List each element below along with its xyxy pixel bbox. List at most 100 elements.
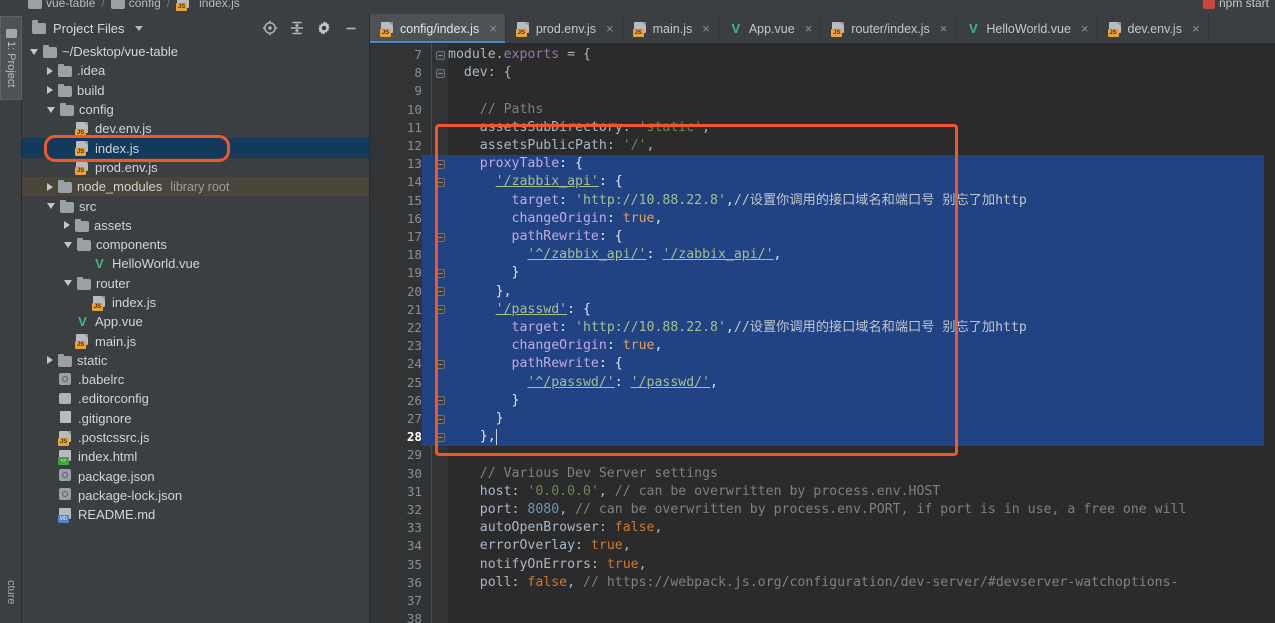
tree-item--editorconfig[interactable]: .editorconfig	[22, 389, 369, 408]
chevron-right-icon[interactable]	[47, 86, 53, 95]
code-line[interactable]: 27 }	[370, 410, 1275, 429]
code-line[interactable]: 10 // Paths	[370, 101, 1275, 119]
tree-item-index-html[interactable]: <> index.html	[22, 447, 369, 466]
code-line[interactable]: 19 }	[370, 264, 1275, 283]
chevron-down-icon[interactable]	[30, 48, 38, 55]
chevron-right-icon[interactable]	[47, 356, 53, 365]
code-line[interactable]: 34 errorOverlay: true,	[370, 537, 1275, 555]
code-fold-toggle[interactable]: −	[436, 432, 445, 442]
code-content[interactable]: 7 module.exports = {−8 dev: {−9 10 // Path…	[370, 44, 1275, 623]
chevron-right-icon[interactable]	[64, 221, 70, 230]
tree-item-src[interactable]: src	[22, 196, 369, 215]
editor-tabs[interactable]: JS config/index.js × JS prod.env.js × JS main.j…	[370, 14, 1275, 44]
code-fold-toggle[interactable]: −	[436, 177, 445, 187]
code-line[interactable]: 20 },	[370, 282, 1275, 301]
code-line[interactable]: 32 port: 8080, // can be overwritten by …	[370, 501, 1275, 519]
tree-item-config[interactable]: config	[22, 100, 369, 119]
code-editor[interactable]: 7 module.exports = {−8 dev: {−9 10 // Path…	[370, 44, 1275, 623]
breadcrumb-item-config[interactable]: config	[129, 0, 161, 10]
code-line[interactable]: 24 pathRewrite: {	[370, 355, 1275, 374]
tree-item-index-js[interactable]: JS index.js	[22, 138, 369, 158]
close-icon[interactable]: ×	[702, 22, 710, 35]
tree-item--babelrc[interactable]: .babelrc	[22, 370, 369, 389]
tree-item--idea[interactable]: .idea	[22, 61, 369, 80]
code-line[interactable]: 23 changeOrigin: true,	[370, 337, 1275, 356]
tree-item-readme-md[interactable]: MD README.md	[22, 505, 369, 524]
code-fold-toggle[interactable]: −	[436, 396, 445, 406]
tree-item-router[interactable]: router	[22, 274, 369, 293]
tree-item-prod-env-js[interactable]: JS prod.env.js	[22, 158, 369, 177]
tool-window-button-structure[interactable]: cture	[0, 561, 22, 623]
editor-tab-main-js[interactable]: JS main.js ×	[623, 14, 719, 43]
tree-item-package-lock-json[interactable]: package-lock.json	[22, 486, 369, 505]
breadcrumb-item-project[interactable]: vue-table	[46, 0, 95, 10]
chevron-down-icon[interactable]	[64, 280, 72, 287]
tree-item--postcssrc-js[interactable]: JS .postcssrc.js	[22, 428, 369, 447]
code-line[interactable]: 21 '/passwd': {	[370, 300, 1275, 319]
tree-item-components[interactable]: components	[22, 235, 369, 254]
code-line[interactable]: 7 module.exports = {	[370, 46, 1275, 64]
tree-item-static[interactable]: static	[22, 351, 369, 370]
run-configuration[interactable]: npm start	[1202, 0, 1269, 10]
editor-tab-prod-env-js[interactable]: JS prod.env.js ×	[506, 14, 623, 43]
code-line[interactable]: 14 '/zabbix_api': {	[370, 173, 1275, 192]
code-line[interactable]: 18 '^/zabbix_api/': '/zabbix_api/',	[370, 246, 1275, 265]
tree-item--desktop-vue-table[interactable]: ~/Desktop/vue-table	[22, 42, 369, 61]
gear-icon[interactable]	[316, 20, 332, 36]
code-line[interactable]: 28 },	[370, 428, 1275, 447]
code-line[interactable]: 31 host: '0.0.0.0', // can be overwritte…	[370, 483, 1275, 501]
chevron-down-icon[interactable]	[47, 203, 55, 210]
code-fold-toggle[interactable]: −	[436, 287, 445, 297]
close-icon[interactable]: ×	[1192, 22, 1200, 35]
tree-item-package-json[interactable]: package.json	[22, 467, 369, 486]
collapse-all-icon[interactable]	[289, 20, 305, 36]
minimize-icon[interactable]	[343, 20, 359, 36]
code-line[interactable]: 16 changeOrigin: true,	[370, 209, 1275, 228]
code-fold-toggle[interactable]: −	[436, 232, 445, 242]
code-fold-toggle[interactable]: −	[436, 359, 445, 369]
close-icon[interactable]: ×	[606, 22, 614, 35]
editor-tab-dev-env-js[interactable]: JS dev.env.js ×	[1098, 14, 1209, 43]
code-line[interactable]: 36 poll: false, // https://webpack.js.or…	[370, 574, 1275, 592]
chevron-right-icon[interactable]	[47, 66, 53, 75]
chevron-down-icon[interactable]	[134, 25, 143, 31]
code-line[interactable]: 9	[370, 82, 1275, 100]
code-line[interactable]: 8 dev: {	[370, 64, 1275, 82]
vertical-scrollbar[interactable]	[1264, 44, 1275, 623]
tree-item--gitignore[interactable]: .gitignore	[22, 409, 369, 428]
code-fold-toggle[interactable]: −	[436, 305, 445, 315]
editor-tab-app-vue[interactable]: V App.vue ×	[719, 14, 822, 43]
code-fold-toggle[interactable]: −	[436, 50, 445, 60]
tree-item-app-vue[interactable]: V App.vue	[22, 312, 369, 331]
breadcrumb-item-file[interactable]: index.js	[199, 0, 240, 10]
code-fold-toggle[interactable]: −	[436, 268, 445, 278]
editor-tab-helloworld-vue[interactable]: V HelloWorld.vue ×	[956, 14, 1098, 43]
code-line[interactable]: 12 assetsPublicPath: '/',	[370, 137, 1275, 155]
tree-item-assets[interactable]: assets	[22, 216, 369, 235]
chevron-down-icon[interactable]	[64, 241, 72, 248]
code-line[interactable]: 30 // Various Dev Server settings	[370, 465, 1275, 483]
code-line[interactable]: 37	[370, 592, 1275, 610]
code-line[interactable]: 29	[370, 446, 1275, 464]
close-icon[interactable]: ×	[1081, 22, 1089, 35]
code-line[interactable]: 26 }	[370, 391, 1275, 410]
project-panel-title-group[interactable]: Project Files	[32, 19, 143, 36]
project-tree[interactable]: ~/Desktop/vue-table .idea build config JS dev…	[22, 42, 369, 623]
code-line[interactable]: 13 proxyTable: {	[370, 155, 1275, 174]
chevron-right-icon[interactable]	[47, 182, 53, 191]
code-line[interactable]: 33 autoOpenBrowser: false,	[370, 519, 1275, 537]
locate-icon[interactable]	[262, 20, 278, 36]
code-line[interactable]: 38	[370, 610, 1275, 623]
code-line[interactable]: 35 notifyOnErrors: true,	[370, 556, 1275, 574]
tree-item-helloworld-vue[interactable]: V HelloWorld.vue	[22, 254, 369, 273]
editor-tab-router-index-js[interactable]: JS router/index.js ×	[821, 14, 957, 43]
code-line[interactable]: 11 assetsSubDirectory: 'static',	[370, 119, 1275, 137]
tree-item-index-js[interactable]: JS index.js	[22, 293, 369, 312]
code-fold-toggle[interactable]: −	[436, 159, 445, 169]
tree-item-main-js[interactable]: JS main.js	[22, 331, 369, 350]
code-line[interactable]: 15 target: 'http://10.88.22.8',//设置你调用的接…	[370, 191, 1275, 210]
tool-window-button-project[interactable]: 1: Project	[0, 16, 22, 100]
close-icon[interactable]: ×	[489, 22, 497, 35]
close-icon[interactable]: ×	[940, 22, 948, 35]
chevron-down-icon[interactable]	[47, 106, 55, 113]
